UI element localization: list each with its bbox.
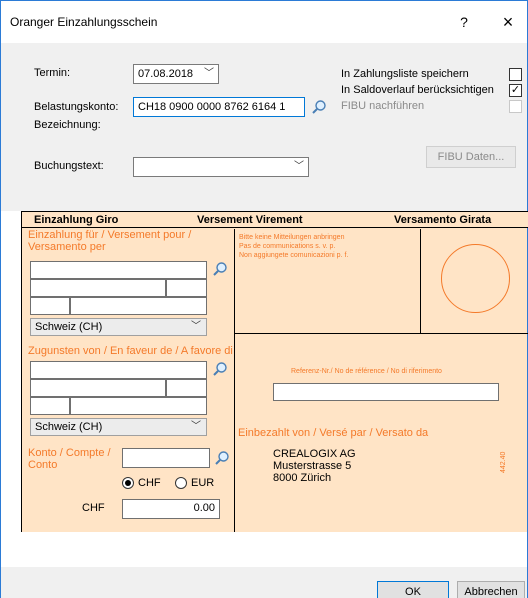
chevron-down-icon: ﹀ bbox=[294, 161, 304, 172]
belastungskonto-field[interactable]: CH18 0900 0000 8762 6164 1 bbox=[133, 97, 305, 117]
konto-label: Konto / Compte / Conto bbox=[28, 447, 111, 471]
search-icon[interactable] bbox=[214, 450, 230, 466]
country-select-2[interactable]: Schweiz (CH) ﹀ bbox=[30, 418, 207, 436]
close-button[interactable]: × bbox=[493, 9, 523, 35]
radio-eur[interactable] bbox=[175, 477, 187, 489]
radio-chf-label: CHF bbox=[138, 477, 161, 489]
search-icon[interactable] bbox=[212, 261, 228, 277]
dialog-window: Oranger Einzahlungsschein ? × Termin: 07… bbox=[0, 0, 528, 598]
slip-header: Einzahlung Giro Versement Virement Versa… bbox=[22, 211, 528, 228]
recipient-line-2b[interactable] bbox=[166, 279, 207, 297]
ok-button[interactable]: OK bbox=[377, 581, 449, 598]
chevron-down-icon: ﹀ bbox=[191, 321, 201, 332]
termin-date-picker[interactable]: 07.08.2018 ﹀ bbox=[133, 64, 219, 84]
termin-label: Termin: bbox=[34, 67, 71, 79]
slip-head-right: Versamento Girata bbox=[394, 214, 492, 226]
belastungskonto-value: CH18 0900 0000 8762 6164 1 bbox=[138, 101, 286, 113]
recipient-city[interactable] bbox=[70, 297, 207, 315]
checkmark-icon: ✓ bbox=[510, 84, 521, 96]
title-bar: Oranger Einzahlungsschein ? × bbox=[1, 1, 527, 43]
einbezahlt-label: Einbezahlt von / Versé par / Versato da bbox=[238, 427, 429, 439]
notice-line-2: Pas de communications s. v. p. bbox=[239, 243, 336, 250]
slip-divider-vertical-2 bbox=[420, 229, 421, 333]
buchungstext-combo[interactable]: ﹀ bbox=[133, 157, 309, 177]
zahlungsliste-label: In Zahlungsliste speichern bbox=[341, 68, 469, 80]
payer-line-2: Musterstrasse 5 bbox=[273, 460, 352, 472]
fibu-checkbox[interactable] bbox=[509, 100, 522, 113]
dialog-footer: OK Abbrechen bbox=[1, 567, 527, 598]
cancel-button[interactable]: Abbrechen bbox=[457, 581, 525, 598]
payer-address: CREALOGIX AG Musterstrasse 5 8000 Zürich bbox=[273, 448, 356, 484]
referenz-label: Referenz-Nr./ No de référence / No di ri… bbox=[291, 368, 442, 375]
amount-value: 0.00 bbox=[193, 502, 215, 514]
buchungstext-label: Buchungstext: bbox=[34, 160, 104, 172]
search-icon[interactable] bbox=[212, 361, 228, 377]
fibu-daten-button[interactable]: FIBU Daten... bbox=[426, 146, 516, 168]
beneficiary-line-2b[interactable] bbox=[166, 379, 207, 397]
header-form: Termin: 07.08.2018 ﹀ Belastungskonto: CH… bbox=[1, 43, 527, 211]
country-select-2-value: Schweiz (CH) bbox=[35, 421, 103, 433]
beneficiary-zip[interactable] bbox=[30, 397, 70, 415]
notice-block: Bitte keine Mitteilungen anbringen Pas d… bbox=[239, 233, 348, 260]
notice-line-3: Non aggiungete comunicazioni p. f. bbox=[239, 252, 349, 259]
beneficiary-line-1[interactable] bbox=[30, 361, 207, 379]
einzahlung-fuer-label: Einzahlung für / Versement pour / Versam… bbox=[28, 229, 192, 253]
payer-line-1: CREALOGIX AG bbox=[273, 448, 356, 460]
slip-head-center: Versement Virement bbox=[197, 214, 303, 226]
recipient-line-2[interactable] bbox=[30, 279, 166, 297]
belastungskonto-label: Belastungskonto: bbox=[34, 101, 119, 113]
recipient-zip[interactable] bbox=[30, 297, 70, 315]
country-select-1-value: Schweiz (CH) bbox=[35, 321, 103, 333]
saldoverlauf-checkbox[interactable]: ✓ bbox=[509, 84, 522, 97]
beneficiary-city[interactable] bbox=[70, 397, 207, 415]
side-code: 442.40 bbox=[500, 451, 507, 473]
slip-divider-vertical bbox=[234, 229, 235, 532]
fibu-label: FIBU nachführen bbox=[341, 100, 425, 112]
chevron-down-icon: ﹀ bbox=[191, 421, 201, 432]
payment-slip: Einzahlung Giro Versement Virement Versa… bbox=[21, 211, 528, 532]
amount-field[interactable]: 0.00 bbox=[122, 499, 220, 519]
chevron-down-icon: ﹀ bbox=[204, 68, 214, 79]
termin-value: 07.08.2018 bbox=[138, 68, 194, 80]
zugunsten-label: Zugunsten von / En faveur de / A favore … bbox=[28, 345, 233, 357]
amount-label: CHF bbox=[82, 502, 105, 514]
recipient-line-1[interactable] bbox=[30, 261, 207, 279]
window-title: Oranger Einzahlungsschein bbox=[10, 15, 158, 29]
slip-divider-horizontal bbox=[234, 333, 528, 334]
beneficiary-line-2[interactable] bbox=[30, 379, 166, 397]
radio-chf[interactable] bbox=[122, 477, 134, 489]
stamp-circle bbox=[441, 244, 510, 313]
bezeichnung-label: Bezeichnung: bbox=[34, 119, 101, 131]
notice-line-1: Bitte keine Mitteilungen anbringen bbox=[239, 234, 345, 241]
payer-line-3: 8000 Zürich bbox=[273, 472, 332, 484]
slip-head-left: Einzahlung Giro bbox=[34, 214, 119, 226]
country-select-1[interactable]: Schweiz (CH) ﹀ bbox=[30, 318, 207, 336]
help-button[interactable]: ? bbox=[449, 9, 479, 35]
konto-field[interactable] bbox=[122, 448, 210, 468]
radio-eur-label: EUR bbox=[191, 477, 215, 489]
search-icon[interactable] bbox=[311, 99, 327, 115]
referenz-field[interactable] bbox=[273, 383, 499, 401]
zahlungsliste-checkbox[interactable] bbox=[509, 68, 522, 81]
saldoverlauf-label: In Saldoverlauf berücksichtigen bbox=[341, 84, 494, 96]
